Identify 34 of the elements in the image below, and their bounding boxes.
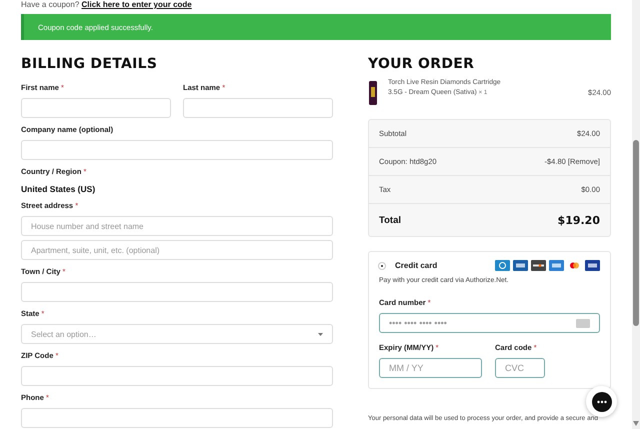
card-number-input[interactable]: •••• •••• •••• •••• — [379, 313, 600, 333]
payment-card-icon — [567, 260, 582, 271]
text-input[interactable] — [21, 366, 333, 386]
radio-button[interactable] — [379, 262, 385, 268]
chat-icon — [592, 392, 612, 412]
text-input[interactable]: Apartment, suite, unit, etc. (optional) — [21, 240, 333, 260]
state-select[interactable]: Select an option… — [21, 324, 333, 344]
chat-button[interactable] — [586, 386, 617, 417]
enter-coupon-link[interactable]: Click here to enter your code — [82, 0, 192, 9]
text-input[interactable] — [21, 282, 333, 302]
scroll-down-icon[interactable] — [633, 421, 639, 426]
payment-card-icon — [549, 260, 564, 271]
text-input[interactable] — [183, 98, 333, 118]
total-label: Total — [379, 214, 401, 226]
text-input[interactable] — [21, 408, 333, 428]
text-input[interactable] — [21, 98, 171, 118]
payment-card-icon — [531, 260, 546, 271]
payment-card-icon — [585, 260, 600, 271]
caret-icon — [318, 332, 323, 336]
payment-card-icon — [513, 260, 528, 271]
expiry-input[interactable]: MM / YY — [379, 358, 482, 378]
coupon-prompt: Have a coupon? Click here to enter your code — [21, 0, 193, 10]
total-value: $19.20 — [558, 214, 600, 226]
card-icon — [576, 318, 590, 328]
text-input[interactable]: House number and street name — [21, 216, 333, 236]
section-heading: BILLING DETAILS — [21, 55, 158, 74]
text-input[interactable] — [21, 140, 333, 160]
cartridge-icon — [368, 81, 378, 105]
payment-card-icon — [495, 260, 510, 271]
section-heading: YOUR ORDER — [368, 55, 476, 74]
payment-method-label: Credit card — [395, 261, 438, 270]
country-value: United States (US) — [21, 184, 96, 194]
cvc-input[interactable]: CVC — [495, 358, 545, 378]
scrollbar-thumb[interactable] — [633, 140, 639, 326]
